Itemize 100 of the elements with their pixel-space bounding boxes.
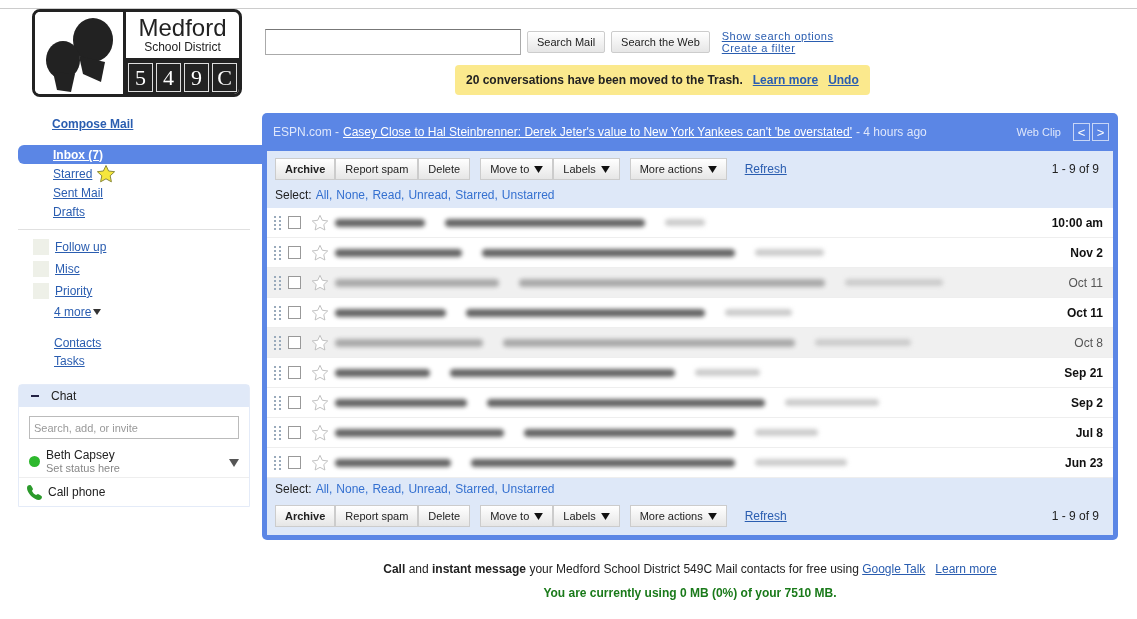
search-link[interactable]: Create a filter (721, 42, 834, 54)
checkbox[interactable] (288, 216, 301, 229)
action-button[interactable]: Report spam (335, 505, 419, 527)
star-icon[interactable] (311, 333, 329, 352)
learn-more-link[interactable]: Learn more (935, 562, 997, 576)
caret-icon (93, 309, 102, 315)
clip-source: ESPN.com - (273, 125, 339, 139)
sidebar-link[interactable]: Contacts (54, 336, 262, 350)
dropdown-button[interactable]: Labels (553, 505, 620, 527)
star-icon[interactable] (311, 363, 329, 382)
folder-link[interactable]: Drafts (53, 204, 85, 219)
star-icon[interactable] (311, 453, 329, 472)
notice-link[interactable]: Learn more (752, 73, 819, 87)
select-link[interactable]: Read, (372, 482, 405, 496)
notice-text: 20 conversations have been moved to the Trash. (466, 73, 743, 87)
dropdown-button[interactable]: More actions (629, 505, 727, 527)
drag-handle-icon (274, 425, 282, 440)
dropdown-button[interactable]: Labels (553, 158, 620, 180)
select-link[interactable]: All, (315, 482, 333, 496)
star-icon[interactable] (311, 243, 329, 262)
message-date: Nov 2 (1069, 245, 1104, 260)
chat-search-field[interactable]: Search, add, or invite (29, 416, 239, 439)
select-link[interactable]: None, (336, 482, 369, 496)
message-row[interactable]: Oct 8 (267, 328, 1113, 358)
action-button[interactable]: Delete (418, 158, 471, 180)
checkbox[interactable] (288, 456, 301, 469)
chat-title: Chat (51, 389, 77, 403)
select-link[interactable]: Starred, (455, 188, 498, 202)
folder-link[interactable]: Inbox (7) (53, 147, 103, 162)
sidebar-link[interactable]: Tasks (54, 354, 262, 368)
message-row[interactable]: Oct 11 (267, 268, 1113, 298)
web-clip-label: Web Clip (1016, 126, 1061, 138)
label-link[interactable]: Priority (55, 284, 93, 298)
clip-age: - 4 hours ago (856, 125, 927, 139)
call-phone-link[interactable]: Call phone (48, 485, 106, 499)
star-icon[interactable] (311, 303, 329, 322)
checkbox[interactable] (288, 246, 301, 259)
star-icon[interactable] (311, 393, 329, 412)
logo-title: Medford (138, 16, 227, 40)
dropdown-icon[interactable] (229, 459, 239, 467)
action-button[interactable]: Report spam (335, 158, 419, 180)
search-field[interactable] (265, 29, 521, 55)
message-date: Oct 8 (1073, 335, 1104, 350)
label-link[interactable]: Follow up (55, 240, 107, 254)
page-count: 1 - 9 of 9 (1051, 162, 1099, 176)
select-link[interactable]: All, (315, 188, 333, 202)
action-button[interactable]: Archive (275, 158, 336, 180)
message-date: Oct 11 (1067, 275, 1104, 290)
caret-icon (534, 166, 544, 173)
folder-link[interactable]: Starred (53, 166, 93, 181)
label-link[interactable]: Misc (55, 262, 80, 276)
checkbox[interactable] (288, 336, 301, 349)
folder-highlight[interactable]: Inbox (7) (18, 145, 262, 164)
clip-headline-link[interactable]: Casey Close to Hal Steinbrenner: Derek Jeter's value to New York Yankees can't 'be overstated' (343, 125, 852, 139)
select-link[interactable]: Unread, (408, 482, 452, 496)
notice-link[interactable]: Undo (828, 73, 859, 87)
select-link[interactable]: Starred, (455, 482, 498, 496)
dropdown-button[interactable]: Move to (480, 505, 554, 527)
checkbox[interactable] (288, 426, 301, 439)
drag-handle-icon (274, 245, 282, 260)
logo-digit: 9 (184, 63, 209, 92)
search-button[interactable]: Search Mail (527, 31, 606, 53)
checkbox[interactable] (288, 396, 301, 409)
next-button[interactable]: > (1092, 123, 1109, 141)
checkbox[interactable] (288, 366, 301, 379)
status-text[interactable]: Set status here (46, 462, 120, 474)
message-date: Sep 2 (1070, 395, 1104, 410)
message-date: Sep 21 (1063, 365, 1104, 380)
logo-digit: 4 (156, 63, 181, 92)
action-button[interactable]: Archive (275, 505, 336, 527)
user-name: Beth Capsey (46, 448, 116, 462)
drag-handle-icon (274, 215, 282, 230)
checkbox[interactable] (288, 276, 301, 289)
action-button[interactable]: Delete (418, 505, 471, 527)
compose-link[interactable]: Compose Mail (52, 117, 262, 131)
google-talk-link[interactable]: Google Talk (862, 562, 926, 576)
refresh-link[interactable]: Refresh (744, 509, 787, 523)
search-button[interactable]: Search the Web (611, 31, 710, 53)
search-link[interactable]: Show search options (721, 30, 834, 42)
folder-link[interactable]: Sent Mail (53, 185, 104, 200)
select-label: Select: (275, 482, 312, 496)
star-icon[interactable] (311, 213, 329, 232)
select-label: Select: (275, 188, 312, 202)
more-labels-link[interactable]: 4 more (54, 305, 92, 319)
refresh-link[interactable]: Refresh (744, 162, 787, 176)
star-icon[interactable] (311, 423, 329, 442)
select-link[interactable]: Unread, (408, 188, 452, 202)
dropdown-button[interactable]: Move to (480, 158, 554, 180)
logo-subtitle: School District (144, 40, 221, 54)
message-date: 10:00 am (1050, 215, 1104, 230)
star-icon[interactable] (311, 273, 329, 292)
select-link[interactable]: Read, (372, 188, 405, 202)
caret-icon (534, 513, 544, 520)
previous-button[interactable]: < (1073, 123, 1090, 141)
checkbox[interactable] (288, 306, 301, 319)
select-link[interactable]: None, (336, 188, 369, 202)
blurred-snippet (755, 429, 818, 436)
dropdown-button[interactable]: More actions (629, 158, 727, 180)
select-link[interactable]: Unstarred (501, 188, 555, 202)
select-link[interactable]: Unstarred (501, 482, 555, 496)
